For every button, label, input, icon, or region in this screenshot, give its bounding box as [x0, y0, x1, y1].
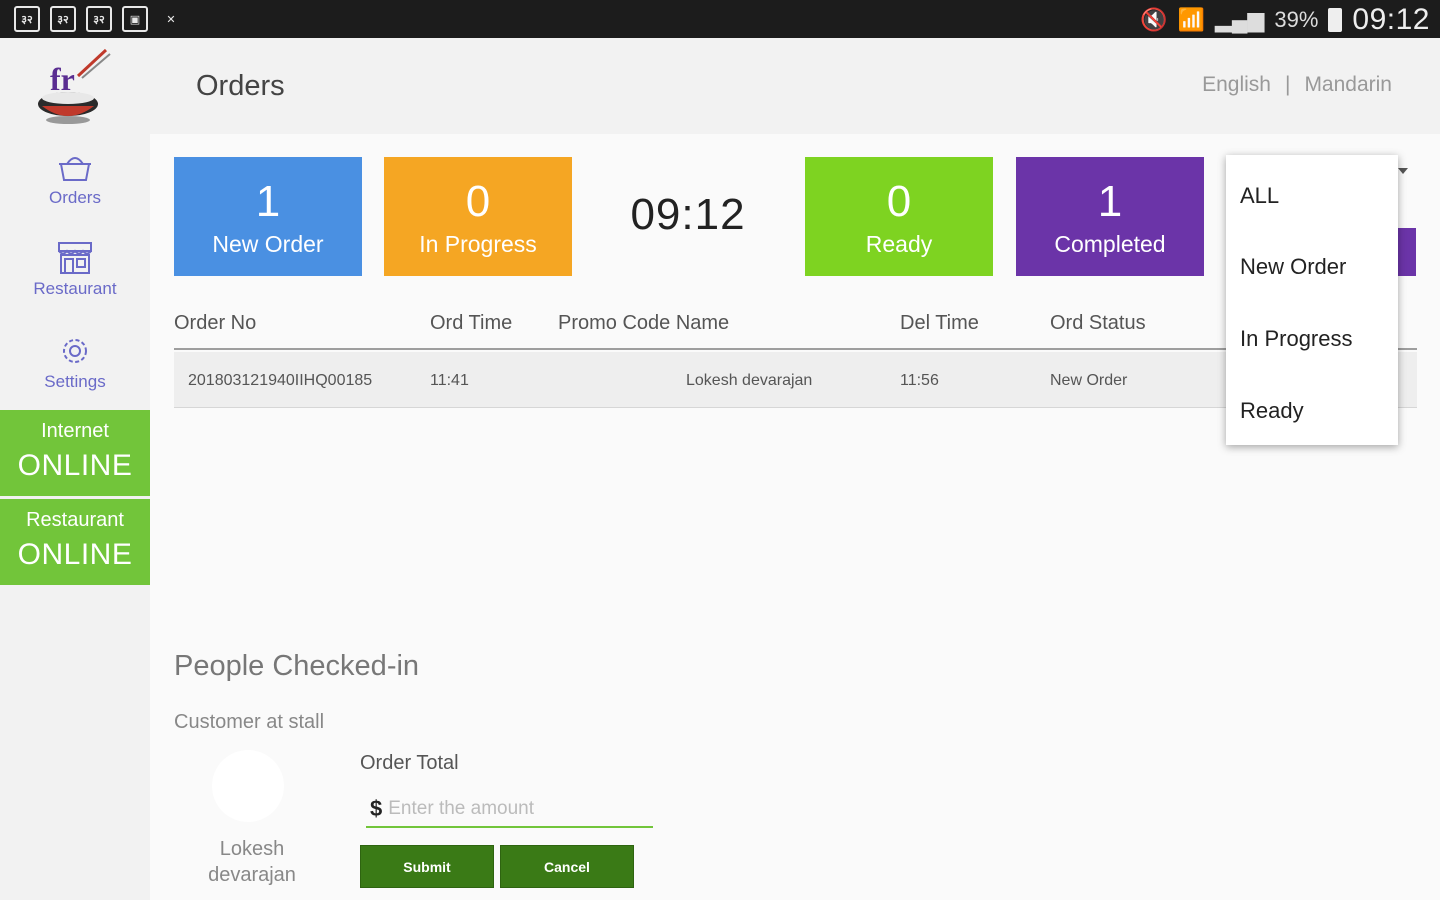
in-progress-card[interactable]: 0 In Progress: [384, 157, 572, 276]
document-icon: ✕: [166, 13, 176, 26]
notification-icon-3: ३२: [86, 6, 112, 32]
internet-status-label: Internet: [41, 420, 109, 442]
column-header-del-time[interactable]: Del Time: [900, 312, 979, 335]
cell-ord-status: New Order: [1050, 372, 1128, 389]
status-filter-dropdown: ALL New Order In Progress Ready: [1226, 155, 1398, 445]
amount-input[interactable]: [388, 798, 639, 820]
sidebar-item-label: Restaurant: [33, 279, 117, 298]
new-order-count: 1: [255, 177, 281, 226]
image-icon: ▣: [122, 6, 148, 32]
wifi-icon: 📶: [1177, 7, 1205, 32]
page-title: Orders: [196, 70, 285, 102]
cell-order-no: 201803121940IIHQ00185: [188, 372, 373, 389]
sidebar-item-label: Orders: [49, 188, 101, 207]
in-progress-label: In Progress: [419, 231, 537, 257]
order-total-label: Order Total: [360, 752, 459, 774]
restaurant-status-value: ONLINE: [17, 538, 133, 571]
filter-option-new-order[interactable]: New Order: [1240, 254, 1346, 280]
column-header-order-no[interactable]: Order No: [174, 312, 256, 335]
chevron-down-icon[interactable]: [1398, 168, 1408, 174]
system-clock: 09:12: [1352, 3, 1430, 36]
gear-icon: [63, 339, 87, 363]
in-progress-count: 0: [465, 177, 491, 226]
internet-status: Internet ONLINE: [0, 410, 150, 496]
sidebar: fr Orders Restaurant Settings Internet O…: [0, 38, 150, 900]
app-logo: fr: [38, 48, 111, 124]
avatar[interactable]: [212, 750, 284, 822]
customer-name: Lokesh devarajan: [192, 836, 312, 888]
language-mandarin-link[interactable]: Mandarin: [1304, 73, 1392, 97]
cell-name: Lokesh devarajan: [686, 372, 813, 389]
amount-field: $: [366, 792, 653, 828]
column-header-ord-time[interactable]: Ord Time: [430, 312, 512, 335]
customer-at-stall-label: Customer at stall: [174, 711, 325, 733]
dashboard-clock: 09:12: [630, 190, 746, 239]
filter-option-ready[interactable]: Ready: [1240, 398, 1304, 424]
ready-count: 0: [886, 177, 912, 226]
language-english-link[interactable]: English: [1202, 73, 1271, 97]
battery-icon: [1328, 8, 1343, 32]
completed-count: 1: [1097, 177, 1123, 226]
column-header-ord-status[interactable]: Ord Status: [1050, 312, 1146, 335]
storefront-icon: [58, 242, 92, 274]
checked-in-title: People Checked-in: [174, 650, 420, 682]
sidebar-item-restaurant[interactable]: Restaurant: [0, 241, 150, 299]
hidden-button-edge[interactable]: [1396, 228, 1416, 276]
sidebar-item-orders[interactable]: Orders: [0, 150, 150, 208]
customer-first-name: Lokesh: [219, 838, 285, 860]
new-order-card[interactable]: 1 New Order: [174, 157, 362, 276]
new-order-label: New Order: [212, 231, 324, 257]
notification-icons: ३२ ३२ ३२ ▣ ✕: [14, 6, 184, 32]
submit-button[interactable]: Submit: [360, 845, 494, 888]
restaurant-status: Restaurant ONLINE: [0, 499, 150, 585]
internet-status-value: ONLINE: [17, 449, 133, 482]
sidebar-item-settings[interactable]: Settings: [0, 334, 150, 392]
restaurant-status-label: Restaurant: [26, 509, 124, 531]
mute-icon: 🔇: [1140, 7, 1168, 32]
currency-symbol: $: [370, 796, 383, 821]
filter-option-all[interactable]: ALL: [1240, 183, 1279, 209]
completed-card[interactable]: 1 Completed: [1016, 157, 1204, 276]
cancel-button[interactable]: Cancel: [500, 845, 634, 888]
language-switcher: English | Mandarin: [1202, 73, 1392, 97]
completed-label: Completed: [1054, 231, 1166, 257]
customer-last-name: devarajan: [208, 864, 296, 886]
svg-text:fr: fr: [50, 61, 75, 97]
signal-icon: ▂▄▆: [1214, 7, 1265, 32]
filter-option-in-progress[interactable]: In Progress: [1240, 326, 1353, 352]
column-header-promo-code[interactable]: Promo Code Name: [558, 312, 729, 335]
ready-label: Ready: [865, 231, 933, 257]
system-indicators: 🔇 📶 ▂▄▆ 39% 09:12: [1140, 3, 1430, 37]
language-separator: |: [1284, 73, 1291, 96]
sidebar-item-label: Settings: [44, 372, 106, 391]
system-status-bar: ३२ ३२ ३२ ▣ ✕ 🔇 📶 ▂▄▆ 39% 09:12: [0, 0, 1440, 38]
battery-percent: 39%: [1274, 7, 1319, 32]
notification-icon-2: ३२: [50, 6, 76, 32]
cell-del-time: 11:56: [900, 372, 939, 389]
ready-card[interactable]: 0 Ready: [805, 157, 993, 276]
notification-icon-1: ३२: [14, 6, 40, 32]
basket-icon: [59, 157, 91, 181]
cell-ord-time: 11:41: [430, 372, 469, 389]
